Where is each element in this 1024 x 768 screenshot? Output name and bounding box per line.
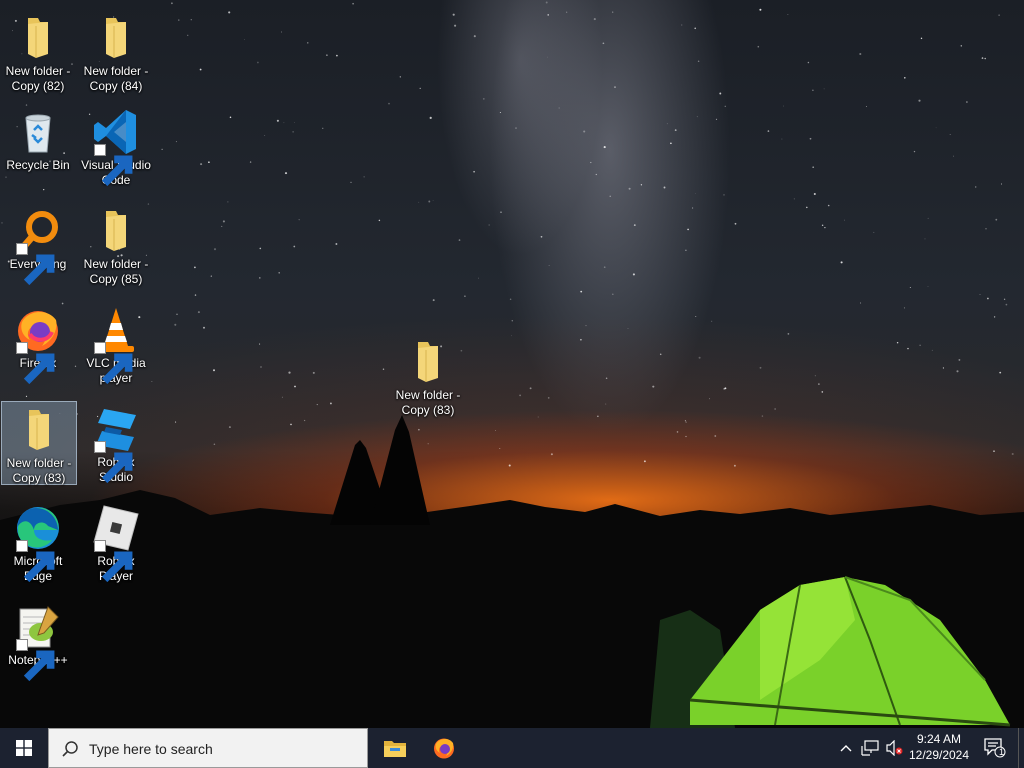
volume-button[interactable] (883, 728, 905, 768)
shortcut-arrow-icon (94, 441, 133, 484)
desktop-icon-firefox[interactable]: Firefox (1, 302, 75, 385)
desktop-icon-new-folder-copy-84[interactable]: New folder - Copy (84) (79, 10, 153, 95)
shortcut-arrow-icon (16, 639, 55, 682)
roblox-studio-icon (92, 405, 140, 484)
search-placeholder: Type here to search (89, 741, 213, 757)
shortcut-arrow-icon (16, 540, 55, 583)
clock-date: 12/29/2024 (908, 748, 970, 762)
desktop-icon-notepad-plus-plus[interactable]: Notepad++ (1, 599, 75, 682)
search-icon (62, 741, 78, 757)
desktop-icon-label: New folder - Copy (85) (83, 257, 149, 286)
wallpaper-scenery (0, 415, 1024, 728)
shortcut-arrow-icon (16, 342, 55, 385)
shortcut-arrow-icon (16, 243, 55, 286)
desktop-icon-vlc-media-player[interactable]: VLC media player (79, 302, 153, 388)
volume-muted-icon (886, 740, 903, 756)
desktop-icon-roblox-player[interactable]: Roblox Player (79, 500, 153, 583)
vscode-icon (92, 108, 140, 187)
desktop-icon-visual-studio-code[interactable]: Visual Studio Code (79, 104, 153, 190)
desktop-icon-new-folder-copy-82[interactable]: New folder - Copy (82) (1, 10, 75, 95)
desktop-icon-new-folder-copy-83-selected[interactable]: New folder - Copy (83) (1, 401, 77, 485)
folder-icon (15, 406, 63, 454)
notepadpp-icon (14, 603, 62, 682)
windows-logo-icon (16, 740, 32, 756)
action-center-button[interactable]: 1 (980, 728, 1010, 768)
chevron-up-icon (840, 745, 852, 752)
folder-icon (92, 14, 140, 62)
taskbar-firefox[interactable] (420, 728, 468, 768)
desktop-icon-label: New folder - Copy (83) (6, 456, 72, 485)
desktop-icon-roblox-studio[interactable]: Roblox Studio (79, 401, 153, 484)
edge-icon (14, 504, 62, 583)
shortcut-arrow-icon (94, 144, 133, 187)
shortcut-arrow-icon (94, 342, 133, 385)
firefox-icon (14, 306, 62, 385)
recycle-bin-icon (14, 108, 62, 156)
desktop-icon-label: New folder - Copy (83) (395, 388, 461, 417)
show-hidden-icons-button[interactable] (836, 728, 856, 768)
firefox-icon (434, 738, 454, 759)
start-button[interactable] (0, 728, 48, 768)
desktop-icon-label: Recycle Bin (6, 158, 70, 172)
show-desktop-button[interactable] (1018, 728, 1024, 768)
everything-search-icon (14, 207, 62, 286)
vlc-cone-icon (92, 306, 140, 385)
folder-icon (14, 14, 62, 62)
desktop-icon-label: New folder - Copy (82) (5, 64, 71, 93)
desktop-icon-label: New folder - Copy (84) (83, 64, 149, 93)
desktop-icon-recycle-bin[interactable]: Recycle Bin (1, 104, 75, 184)
desktop-icon-everything[interactable]: Everything (1, 203, 75, 286)
taskbar-search-box[interactable]: Type here to search (48, 728, 368, 768)
taskbar-file-explorer[interactable] (371, 728, 419, 768)
file-explorer-icon (384, 741, 406, 757)
network-icon (861, 740, 879, 756)
roblox-player-icon (92, 504, 140, 583)
desktop-icon-new-folder-copy-85[interactable]: New folder - Copy (85) (79, 203, 153, 288)
notification-count-badge: 1 (999, 747, 1005, 757)
clock-time: 9:24 AM (916, 732, 962, 746)
desktop-icon-new-folder-copy-83[interactable]: New folder - Copy (83) (391, 334, 465, 419)
taskbar-clock[interactable]: 9:24 AM 12/29/2024 (904, 731, 974, 763)
folder-icon (92, 207, 140, 255)
desktop-icon-microsoft-edge[interactable]: Microsoft Edge (1, 500, 75, 586)
shortcut-arrow-icon (94, 540, 133, 583)
network-status-button[interactable] (859, 728, 881, 768)
desktop[interactable]: New folder - Copy (82) New folder - Copy… (0, 0, 1024, 728)
taskbar: Type here to search 9:24 AM 12/29/2024 1 (0, 728, 1024, 768)
folder-icon (404, 338, 452, 386)
